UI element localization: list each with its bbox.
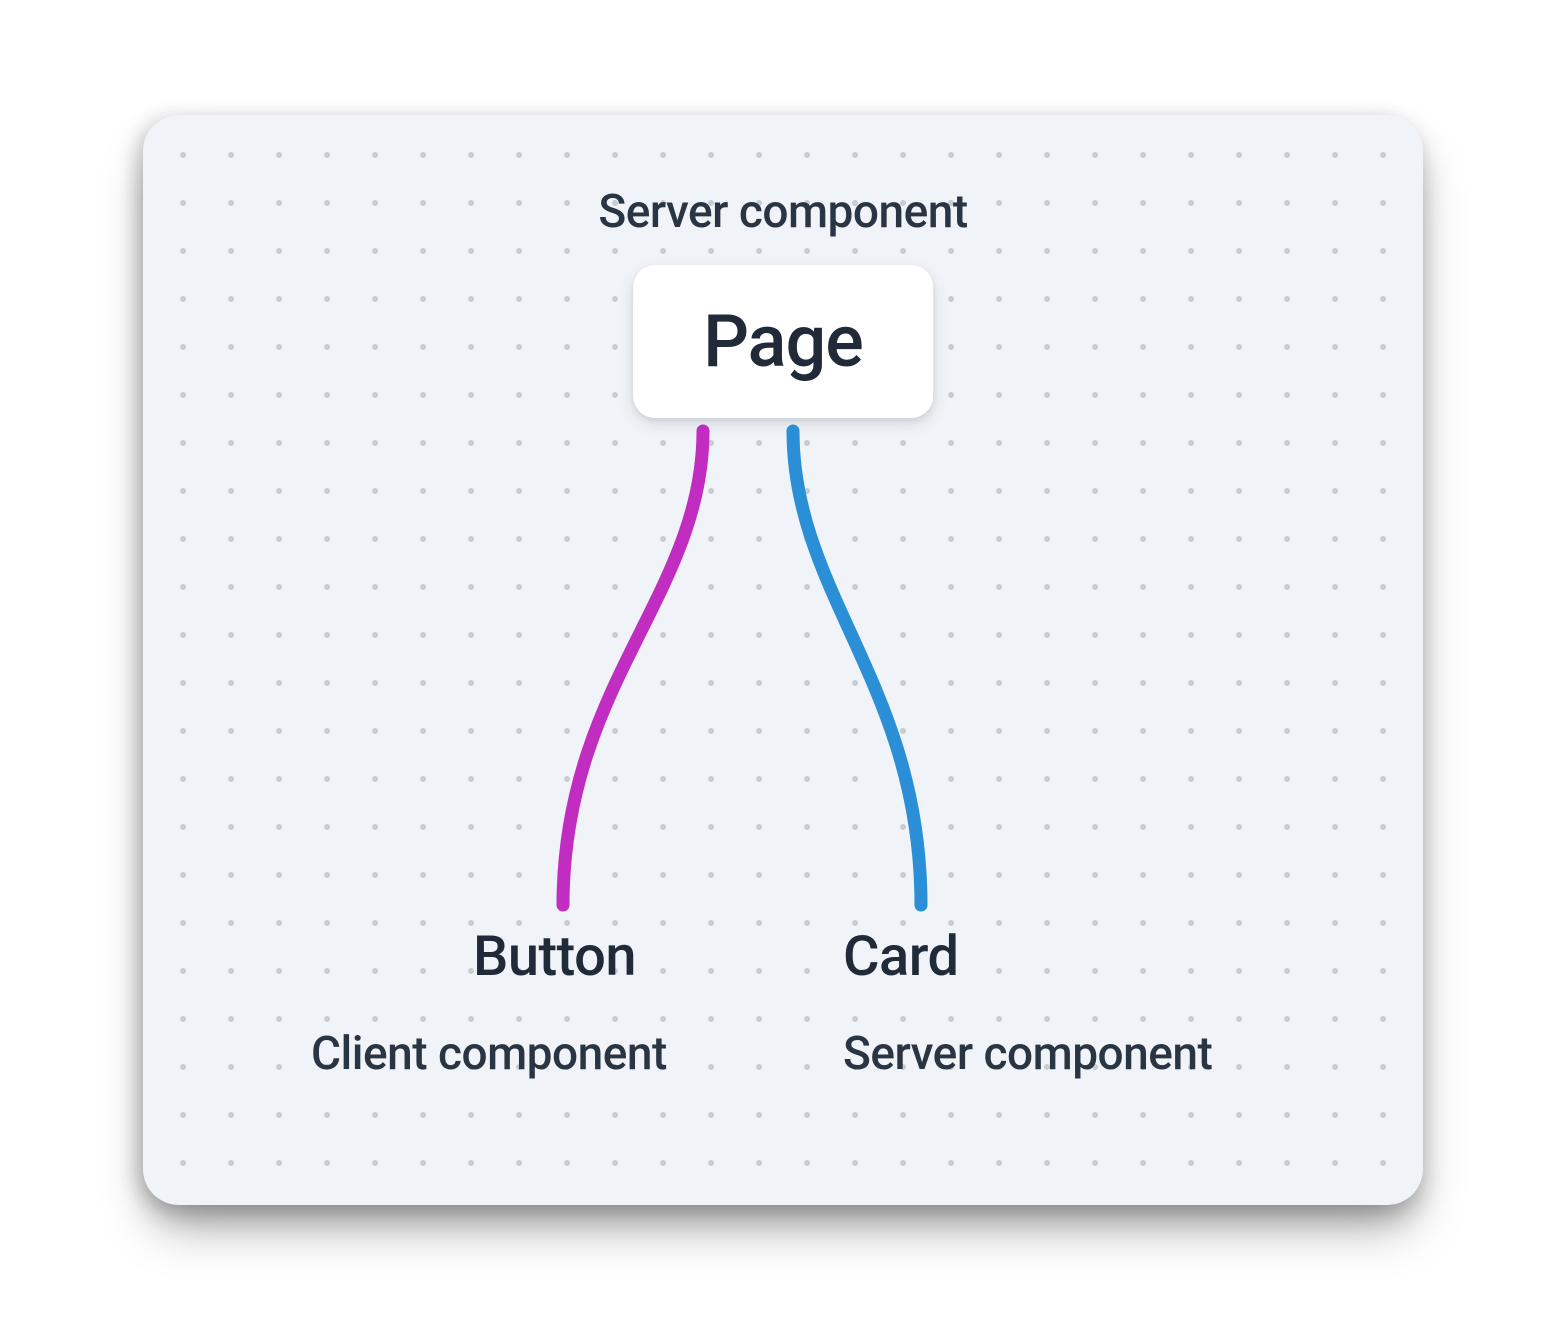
edge-to-card — [793, 431, 921, 905]
child-node-button-name: Button — [473, 923, 636, 989]
root-node-name: Page — [703, 299, 863, 384]
edge-to-button — [563, 431, 703, 905]
child-node-button-type: Client component — [311, 1027, 667, 1081]
child-node-card-name: Card — [843, 923, 959, 989]
root-type-label: Server component — [598, 185, 967, 239]
root-node-box: Page — [633, 265, 933, 418]
diagram-canvas: Server component Page Button Client comp… — [143, 115, 1423, 1205]
child-node-card-type: Server component — [843, 1027, 1212, 1081]
